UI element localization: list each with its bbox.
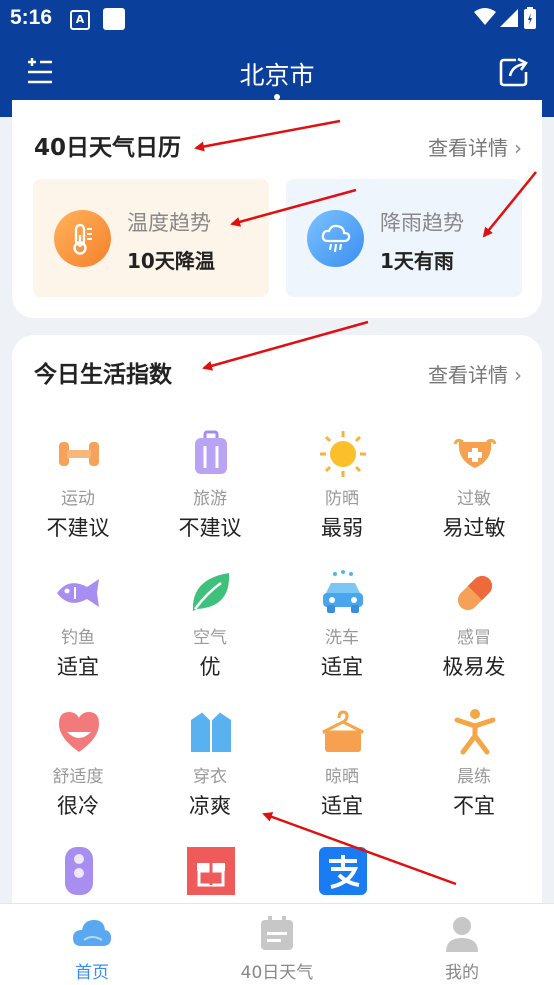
life-item-value: 不建议 (178, 516, 242, 540)
nav-tab-40day[interactable]: 40日天气 (185, 904, 369, 985)
life-item-label: 舒适度 (52, 767, 104, 787)
calendar-details-link[interactable]: 查看详情 › (428, 132, 522, 161)
life-item-value: 适宜 (321, 794, 363, 818)
rain-trend-value: 1天有雨 (380, 249, 454, 273)
temperature-trend-value: 10天降温 (127, 249, 215, 273)
heart-icon (59, 712, 99, 752)
life-item-label: 防晒 (325, 489, 359, 509)
life-item-allergy[interactable]: 过敏 易过敏 (408, 430, 540, 560)
rain-trend-label: 降雨趋势 (380, 211, 464, 235)
life-item-label: 穿衣 (193, 767, 227, 787)
chevron-right-icon: › (514, 363, 522, 387)
share-icon[interactable] (498, 56, 530, 88)
keyboard-a-icon: A (70, 10, 90, 30)
life-item-label: 钓鱼 (61, 628, 95, 648)
exercise-icon (454, 709, 496, 755)
life-item-label: 洗车 (325, 628, 359, 648)
life-item-sport[interactable]: 运动 不建议 (12, 430, 144, 560)
life-details-link[interactable]: 查看详情 › (428, 359, 522, 388)
temperature-trend-label: 温度趋势 (127, 211, 211, 235)
life-item-label: 感冒 (457, 628, 491, 648)
life-item-cold[interactable]: 感冒 极易发 (408, 569, 540, 699)
thermometer-icon (73, 223, 92, 255)
bottom-navigation: 首页 40日天气 我的 (0, 903, 554, 985)
suitcase-icon (195, 430, 227, 474)
life-item-label: 晾晒 (325, 767, 359, 787)
life-item-value: 适宜 (57, 655, 99, 679)
life-item-value: 最弱 (321, 516, 363, 540)
traffic-light-icon (65, 847, 93, 895)
life-item-comfort[interactable]: 舒适度 很冷 (12, 708, 144, 838)
car-icon (323, 570, 363, 613)
alipay-icon (319, 847, 367, 895)
calendar-details-label: 查看详情 (428, 136, 508, 160)
status-bar: 5:16 A (0, 0, 554, 38)
life-item-value: 不建议 (46, 516, 110, 540)
life-item-value: 极易发 (442, 655, 506, 679)
life-item-value: 很冷 (57, 794, 99, 818)
calendar-card: 40日天气日历 查看详情 › 温度趋势 10天降温 降雨趋势 1天有雨 (12, 100, 542, 318)
nav-tab-label: 40日天气 (240, 963, 314, 983)
life-index-title: 今日生活指数 (34, 362, 172, 388)
life-item-value: 优 (199, 655, 221, 679)
life-item-travel[interactable]: 旅游 不建议 (144, 430, 276, 560)
rain-trend-card[interactable]: 降雨趋势 1天有雨 (286, 179, 522, 297)
battery-icon (524, 7, 536, 29)
calendar-icon (261, 916, 293, 950)
life-item-label: 晨练 (457, 767, 491, 787)
pill-icon (457, 575, 493, 611)
sun-icon (320, 431, 366, 477)
city-title[interactable]: 北京市 (0, 56, 554, 92)
temperature-icon-badge (54, 210, 111, 267)
life-index-card: 今日生活指数 查看详情 › 运动 不建议 旅游 不建议 防晒 最弱 过敏 易过敏… (12, 335, 542, 935)
hanger-icon (322, 710, 364, 752)
life-item-value: 凉爽 (189, 794, 231, 818)
life-item-morning-exercise[interactable]: 晨练 不宜 (408, 708, 540, 838)
life-item-air[interactable]: 空气 优 (144, 569, 276, 699)
wifi-icon (474, 8, 496, 25)
life-item-value: 适宜 (321, 655, 363, 679)
gift-icon (187, 847, 235, 895)
user-icon (446, 917, 478, 952)
nav-tab-label: 首页 (75, 963, 109, 983)
mask-icon (453, 438, 497, 468)
life-item-label: 旅游 (193, 489, 227, 509)
calendar-card-title: 40日天气日历 (34, 135, 182, 161)
life-item-label: 运动 (61, 489, 95, 509)
nav-tab-mine[interactable]: 我的 (370, 904, 554, 985)
temperature-trend-card[interactable]: 温度趋势 10天降温 (33, 179, 269, 297)
nav-tab-label: 我的 (445, 963, 479, 983)
life-item-value: 易过敏 (442, 516, 506, 540)
life-item-label: 过敏 (457, 489, 491, 509)
nav-tab-home[interactable]: 首页 (0, 904, 184, 985)
rain-icon-badge (307, 210, 364, 267)
life-item-airing[interactable]: 晾晒 适宜 (276, 708, 408, 838)
life-item-fishing[interactable]: 钓鱼 适宜 (12, 569, 144, 699)
life-item-value: 不宜 (453, 794, 495, 818)
rain-cloud-icon (321, 224, 351, 253)
shirt-icon (191, 711, 231, 752)
cloud-home-icon (73, 920, 111, 946)
chevron-right-icon: › (514, 136, 522, 160)
fish-icon (57, 579, 99, 607)
leaf-icon (192, 573, 230, 611)
dumbbell-icon (59, 442, 99, 466)
life-item-sunscreen[interactable]: 防晒 最弱 (276, 430, 408, 560)
life-details-label: 查看详情 (428, 363, 508, 387)
life-item-dressing[interactable]: 穿衣 凉爽 (144, 708, 276, 838)
life-item-label: 空气 (193, 628, 227, 648)
signal-icon (500, 9, 518, 27)
life-item-carwash[interactable]: 洗车 适宜 (276, 569, 408, 699)
status-time: 5:16 (10, 6, 53, 29)
notification-square-icon (103, 8, 125, 30)
